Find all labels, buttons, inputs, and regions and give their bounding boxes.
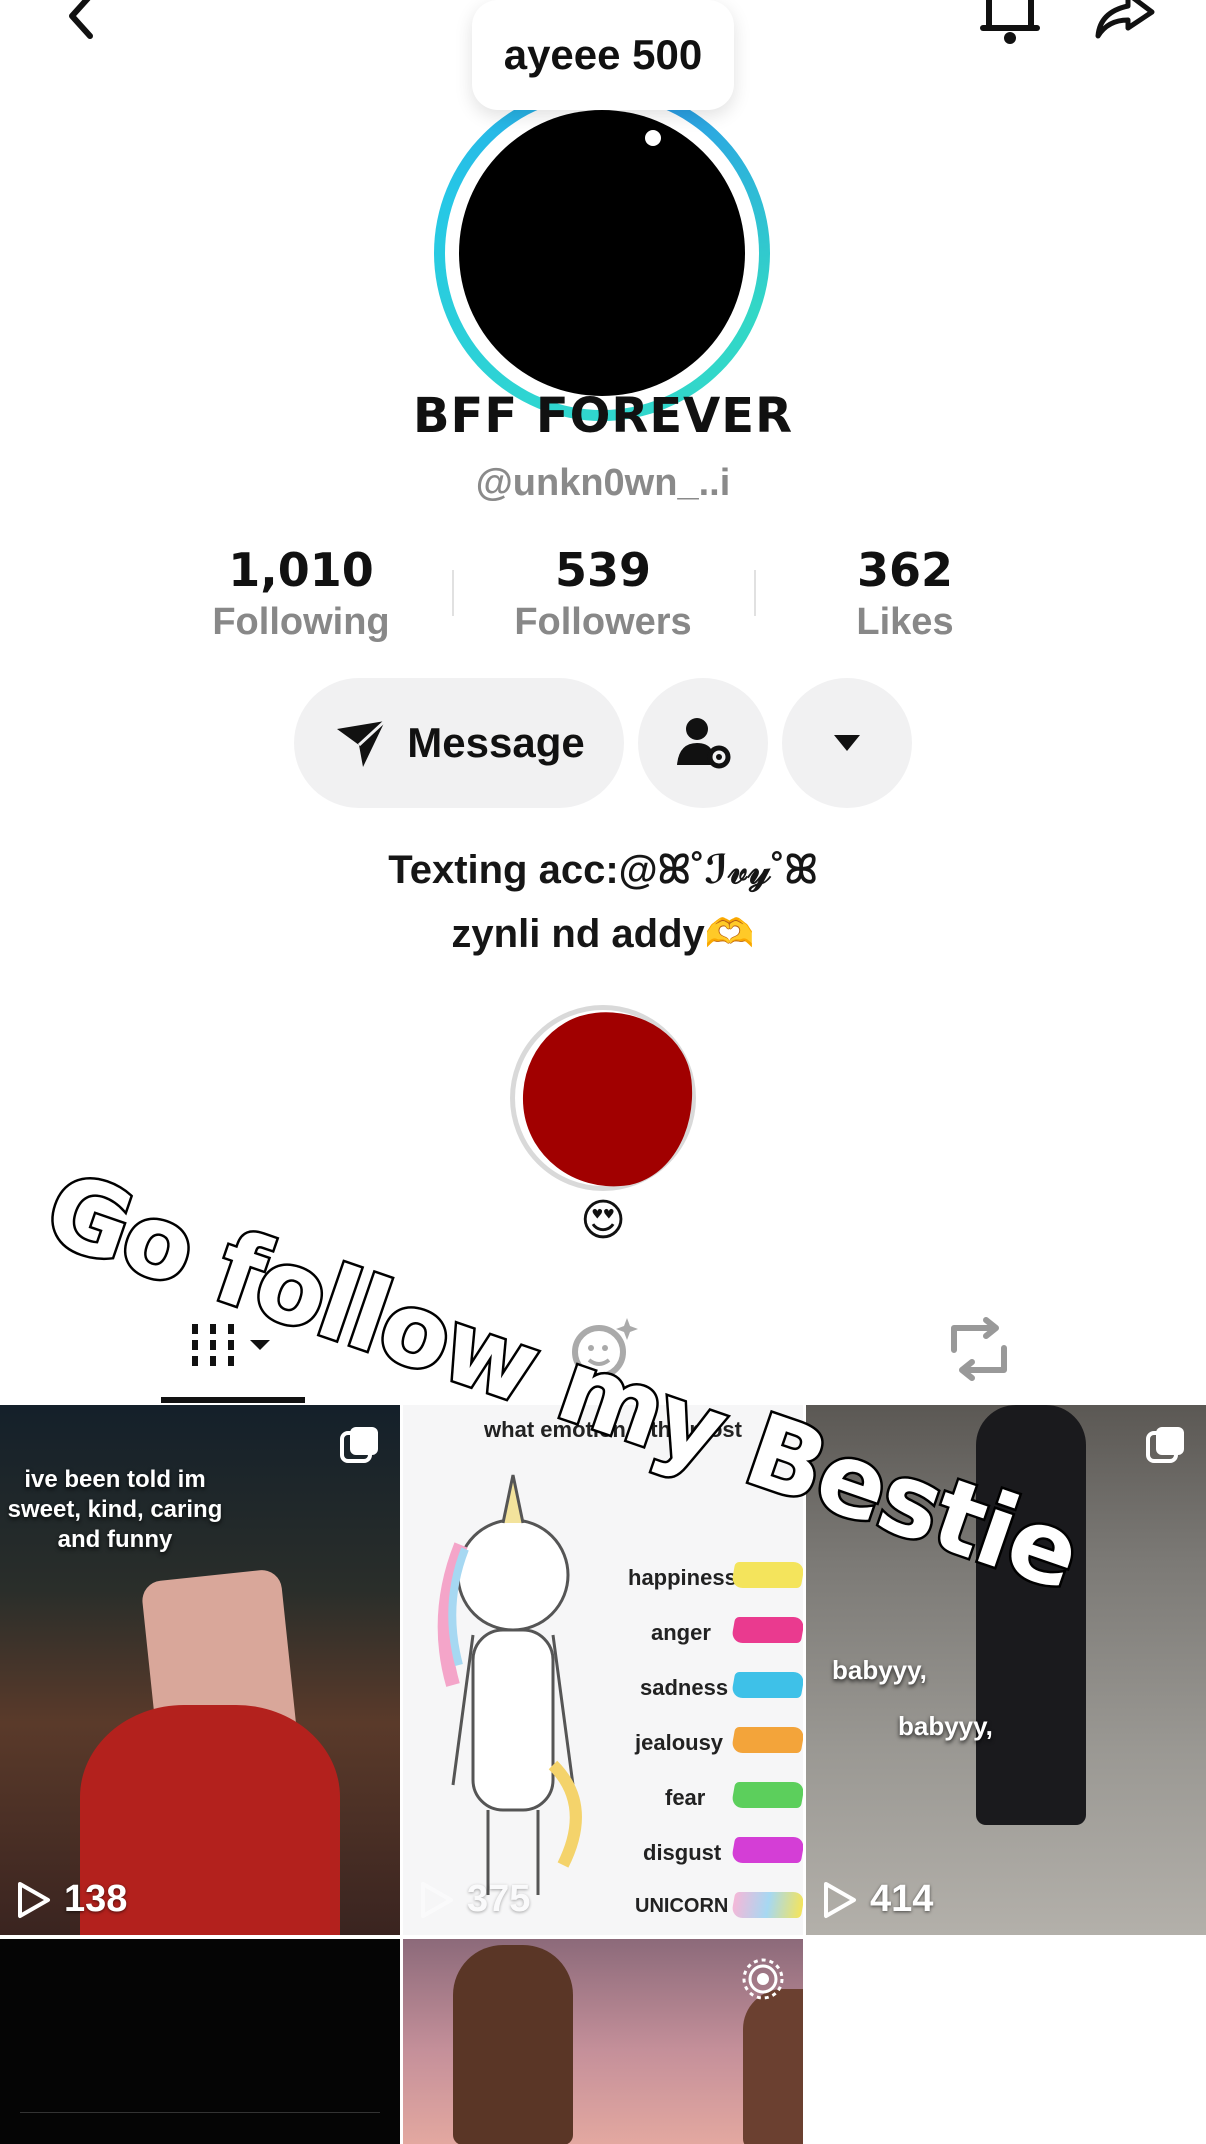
play-icon	[18, 1881, 50, 1918]
video-tile[interactable]	[0, 1939, 400, 2144]
emotion-swatch	[730, 1617, 803, 1643]
emotion-row: anger	[651, 1620, 711, 1646]
view-count-value: 138	[64, 1878, 128, 1920]
character-face-image	[453, 1945, 573, 2144]
emotion-row: fear	[665, 1785, 705, 1811]
multi-photo-icon	[1146, 1427, 1184, 1463]
stat-followers[interactable]: 539 Followers	[452, 540, 754, 650]
live-icon	[742, 1958, 784, 2000]
view-count: 414	[822, 1878, 933, 1921]
back-button[interactable]	[50, 0, 120, 50]
play-icon	[421, 1881, 453, 1918]
emotion-label: fear	[665, 1785, 706, 1810]
stat-likes[interactable]: 362 Likes	[754, 540, 1056, 650]
emotion-label: anger	[651, 1620, 711, 1645]
profile-bio: Texting acc:@ꕤ˚ℐ𝓋𝓎˚ꕤ zynli nd addy🫶	[0, 838, 1206, 966]
emotion-row: happiness	[628, 1565, 737, 1591]
view-count-value: 414	[870, 1878, 934, 1920]
avatar-image	[459, 110, 745, 396]
tab-reposts[interactable]	[940, 1314, 1020, 1384]
emotion-row: UNICORN	[635, 1895, 728, 1918]
message-button-label: Message	[407, 719, 585, 766]
stat-label: Following	[212, 601, 390, 643]
bio-line: Texting acc:@ꕤ˚ℐ𝓋𝓎˚ꕤ	[388, 848, 818, 892]
view-count: 375	[419, 1878, 530, 1921]
profile-note-bubble[interactable]: ayeee 500	[472, 0, 734, 110]
caret-down-icon	[834, 735, 860, 751]
profile-note-text: ayeee 500	[503, 31, 703, 78]
message-button[interactable]: Message	[294, 678, 624, 808]
profile-actions: Message	[294, 678, 912, 808]
chevron-left-icon	[69, 0, 93, 39]
display-name: BFF FOREVER	[412, 388, 794, 444]
tile-caption: babyyy,	[898, 1711, 993, 1741]
share-button[interactable]	[1090, 0, 1160, 50]
more-options-button[interactable]	[782, 678, 912, 808]
stat-value: 539	[554, 543, 652, 597]
video-tile[interactable]: ive been told im sweet, kind, caring and…	[0, 1405, 400, 1935]
active-tab-indicator	[161, 1397, 305, 1403]
friend-settings-button[interactable]	[638, 678, 768, 808]
view-count-value: 375	[467, 1878, 531, 1920]
emotion-swatch	[730, 1892, 803, 1918]
stat-value: 1,010	[228, 543, 374, 597]
emotion-swatch	[730, 1562, 803, 1588]
view-count: 138	[16, 1878, 127, 1921]
notifications-button[interactable]	[975, 0, 1045, 50]
username: @unkn0wn_..i	[475, 462, 731, 504]
emotion-row: sadness	[640, 1675, 728, 1701]
emotion-swatch	[730, 1782, 803, 1808]
character-face-image	[743, 1989, 803, 2144]
stat-label: Likes	[856, 601, 954, 643]
emotion-row: disgust	[643, 1840, 721, 1866]
avatar[interactable]	[434, 85, 770, 421]
repost-icon	[951, 1317, 1007, 1381]
unicorn-figure-icon	[437, 1474, 582, 1895]
send-icon	[337, 719, 387, 767]
redacted-avatar	[514, 1003, 702, 1196]
stat-value: 362	[856, 543, 954, 597]
stat-label: Followers	[514, 601, 692, 643]
video-tile[interactable]	[403, 1939, 803, 2144]
profile-stats: 1,010 Following 539 Followers 362 Likes	[150, 540, 1056, 650]
emotion-label: jealousy	[635, 1730, 724, 1755]
tile-caption: ive been told im sweet, kind, caring and…	[7, 1466, 223, 1553]
tile-caption: babyyy,	[832, 1655, 927, 1685]
stat-following[interactable]: 1,010 Following	[150, 540, 452, 650]
user-gear-icon	[677, 718, 731, 769]
emotion-label: happiness	[628, 1565, 737, 1590]
emotion-swatch	[730, 1837, 803, 1863]
emotion-swatch	[730, 1727, 803, 1753]
multi-photo-icon	[340, 1427, 378, 1463]
play-icon	[824, 1881, 856, 1918]
bio-line: zynli nd addy🫶	[451, 912, 755, 956]
emotion-label: UNICORN	[635, 1895, 729, 1917]
taskbar-image	[20, 2112, 380, 2132]
share-arrow-icon	[1095, 0, 1155, 39]
emotion-label: sadness	[640, 1675, 729, 1700]
emotion-row: jealousy	[635, 1730, 723, 1756]
featured-friend-avatar[interactable]	[510, 1003, 702, 1196]
emotion-label: disgust	[643, 1840, 722, 1865]
bell-icon	[980, 0, 1040, 44]
profile-note-tail	[645, 130, 661, 146]
emotion-swatch	[730, 1672, 803, 1698]
